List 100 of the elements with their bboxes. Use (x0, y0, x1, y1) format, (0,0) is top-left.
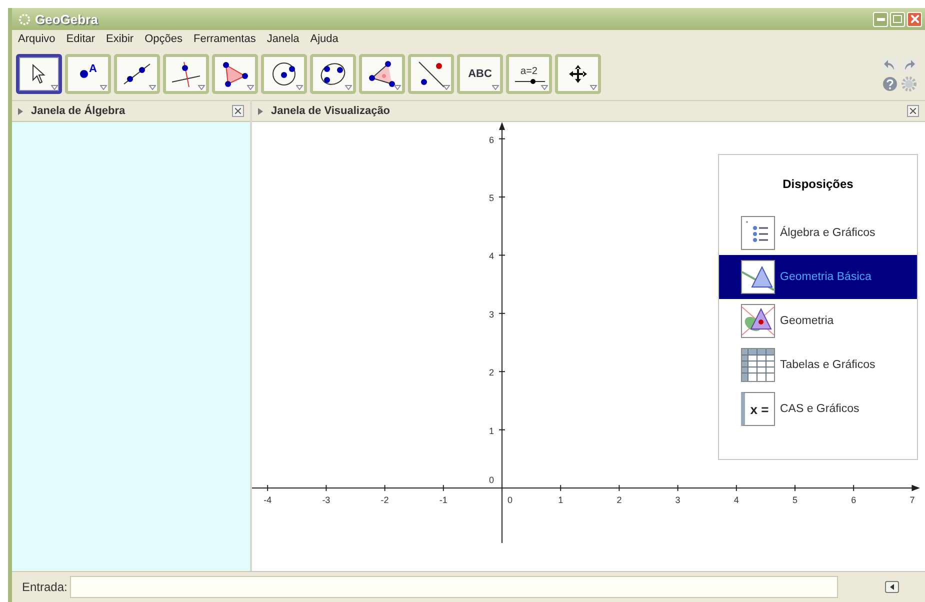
cursor-icon (32, 64, 46, 84)
layout-option[interactable]: Geometria (719, 299, 917, 343)
input-field[interactable] (70, 576, 838, 598)
minimize-icon (876, 18, 884, 20)
tool-button[interactable] (212, 54, 258, 94)
tool-label: ABC (468, 68, 492, 80)
x-tick-label: 4 (734, 495, 739, 505)
gear-icon (18, 12, 31, 26)
menu-item[interactable]: Ferramentas (193, 33, 256, 45)
y-tick-label: 5 (488, 193, 494, 203)
layout-label: Geometria Básica (780, 271, 872, 283)
dropdown-icon (51, 85, 58, 90)
tool-label: a=2 (520, 66, 538, 77)
dropdown-icon (590, 85, 597, 90)
panel-title: Janela de Álgebra (31, 105, 126, 117)
y-tick-label: 6 (488, 134, 494, 145)
tool-button[interactable] (310, 54, 356, 94)
expand-triangle-icon[interactable] (18, 108, 23, 114)
tool-button[interactable] (16, 54, 62, 94)
y-tick-label: 0 (488, 475, 494, 485)
y-tick-label: 2 (488, 368, 494, 378)
dropdown-icon (198, 85, 205, 90)
input-label: Entrada: (22, 580, 68, 594)
tool-button[interactable] (163, 54, 209, 94)
dropdown-icon (247, 85, 254, 90)
tool-button[interactable] (114, 54, 160, 94)
undo-icon[interactable] (882, 56, 898, 72)
dropdown-icon (541, 85, 548, 90)
x-tick-label: -1 (439, 495, 448, 505)
line-icon (123, 62, 151, 86)
perpendicular-lines-icon (171, 60, 201, 88)
x-tick-label: -2 (380, 495, 389, 505)
point-icon (79, 69, 90, 79)
close-icon (235, 108, 241, 114)
menu-item[interactable]: Janela (266, 33, 300, 45)
geometry-shapes-icon (741, 304, 775, 338)
ellipse-icon (319, 61, 347, 87)
x-tick-label: 2 (616, 495, 622, 505)
tool-button[interactable] (555, 54, 601, 94)
y-tick-label: 4 (488, 251, 494, 262)
tool-button[interactable]: a=2 (506, 54, 552, 94)
x-tick-label: -3 (322, 495, 330, 505)
slider-icon (515, 79, 545, 84)
circle-icon (271, 61, 297, 87)
expand-triangle-icon[interactable] (258, 108, 263, 114)
layouts-title: Disposições (782, 177, 854, 191)
x-tick-label: 3 (675, 495, 680, 505)
menu-item[interactable]: Exibir (106, 33, 134, 45)
reflection-icon (417, 60, 445, 88)
x-tick-label: 7 (910, 495, 915, 505)
dropdown-icon (296, 85, 303, 90)
layout-option[interactable]: Tabelas e Gráficos (719, 343, 917, 387)
angle-icon (368, 61, 396, 87)
layout-option[interactable]: Álgebra e Gráficos (719, 211, 917, 255)
y-tick-label: 3 (488, 309, 494, 320)
close-icon (910, 108, 916, 114)
layout-option[interactable]: Geometria Básica (719, 255, 917, 299)
dropdown-icon (394, 85, 401, 90)
tool-button[interactable] (359, 54, 405, 94)
layout-label: CAS e Gráficos (780, 403, 860, 415)
menu-item[interactable]: Editar (66, 33, 96, 45)
tool-label: A (89, 63, 97, 75)
dropdown-icon (492, 85, 499, 90)
x-tick-label: 0 (508, 495, 512, 505)
layout-option[interactable]: x = CAS e Gráficos (719, 387, 917, 431)
triangle-icon (221, 61, 249, 87)
tool-button[interactable]: ABC (457, 54, 503, 94)
menu-item[interactable]: Ajuda (310, 33, 338, 45)
x-tick-label: 1 (558, 495, 564, 505)
close-panel-button[interactable] (907, 105, 919, 117)
dropdown-icon (345, 85, 352, 90)
tool-button[interactable]: A (65, 54, 111, 94)
close-button[interactable] (907, 12, 922, 26)
menu-item[interactable]: Opções (144, 33, 182, 45)
redo-icon[interactable] (901, 56, 917, 72)
table-icon (741, 348, 775, 382)
x-tick-label: 6 (851, 495, 856, 505)
list-icon (741, 216, 775, 250)
layout-label: Tabelas e Gráficos (780, 359, 876, 371)
move-arrows-icon (568, 64, 588, 84)
menu-item[interactable]: Arquivo (18, 33, 56, 45)
panel-title: Janela de Visualização (271, 105, 390, 117)
y-tick-label: 1 (488, 426, 494, 436)
help-icon[interactable] (882, 76, 898, 92)
window-title: GeoGebra (35, 12, 98, 26)
layout-label: Álgebra e Gráficos (780, 227, 876, 239)
cas-icon: x = (741, 392, 775, 426)
x-tick-label: 5 (792, 495, 798, 505)
dropdown-icon (100, 85, 107, 90)
maximize-icon (893, 15, 902, 23)
caret-icon (890, 584, 894, 590)
close-panel-button[interactable] (232, 105, 244, 117)
close-icon (910, 15, 918, 23)
dropdown-icon (443, 85, 450, 90)
dropdown-icon (149, 85, 156, 90)
symbols-button[interactable] (885, 581, 899, 593)
x-tick-label: -4 (264, 495, 272, 505)
tool-button[interactable] (261, 54, 307, 94)
tool-button[interactable] (408, 54, 454, 94)
layout-label: Geometria (780, 315, 834, 327)
